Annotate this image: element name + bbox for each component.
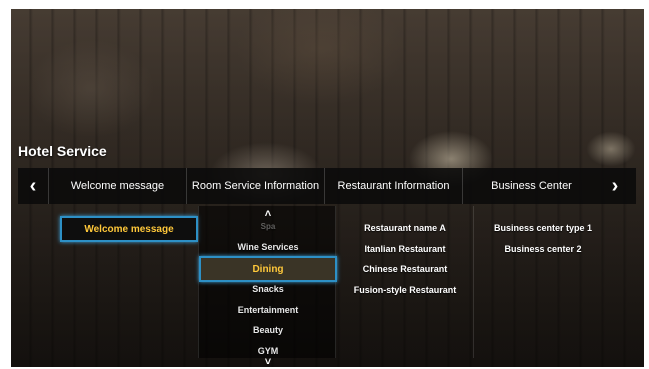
list-item[interactable]: Business center 2 [474, 239, 612, 260]
room-service-list-below: Snacks Entertainment Beauty GYM [199, 279, 337, 361]
list-item[interactable]: Business center type 1 [474, 218, 612, 239]
business-column: Business center type 1 Business center 2 [474, 206, 612, 358]
business-list: Business center type 1 Business center 2 [474, 218, 612, 259]
welcome-column: Welcome message [60, 206, 198, 358]
list-item[interactable]: Fusion-style Restaurant [336, 280, 474, 301]
list-item[interactable]: Restaurant name A [336, 218, 474, 239]
tab-business-center[interactable]: Business Center [462, 168, 600, 204]
welcome-message-item[interactable]: Welcome message [60, 216, 198, 242]
list-item[interactable]: Itanlian Restaurant [336, 239, 474, 260]
list-item[interactable]: Wine Services [199, 237, 337, 258]
restaurant-list: Restaurant name A Itanlian Restaurant Ch… [336, 218, 474, 300]
chevron-left-icon[interactable]: ‹ [18, 168, 48, 204]
room-service-list-above: Spa Wine Services [199, 216, 337, 257]
page-title: Hotel Service [18, 143, 107, 159]
list-item[interactable]: Beauty [199, 320, 337, 341]
list-item[interactable]: Chinese Restaurant [336, 259, 474, 280]
tab-room-service-information[interactable]: Room Service Information [186, 168, 324, 204]
category-tab-bar: ‹ Welcome message Room Service Informati… [18, 168, 636, 204]
list-item[interactable]: Snacks [199, 279, 337, 300]
tab-restaurant-information[interactable]: Restaurant Information [324, 168, 462, 204]
room-service-column: ˄ Spa Wine Services Dining Snacks Entert… [198, 206, 337, 368]
list-item[interactable]: Spa [199, 216, 337, 237]
chevron-down-icon[interactable]: ˅ [199, 356, 337, 368]
restaurant-column: Restaurant name A Itanlian Restaurant Ch… [336, 206, 474, 358]
list-item[interactable]: Entertainment [199, 300, 337, 321]
tab-welcome-message[interactable]: Welcome message [48, 168, 186, 204]
chevron-right-icon[interactable]: › [600, 168, 630, 204]
